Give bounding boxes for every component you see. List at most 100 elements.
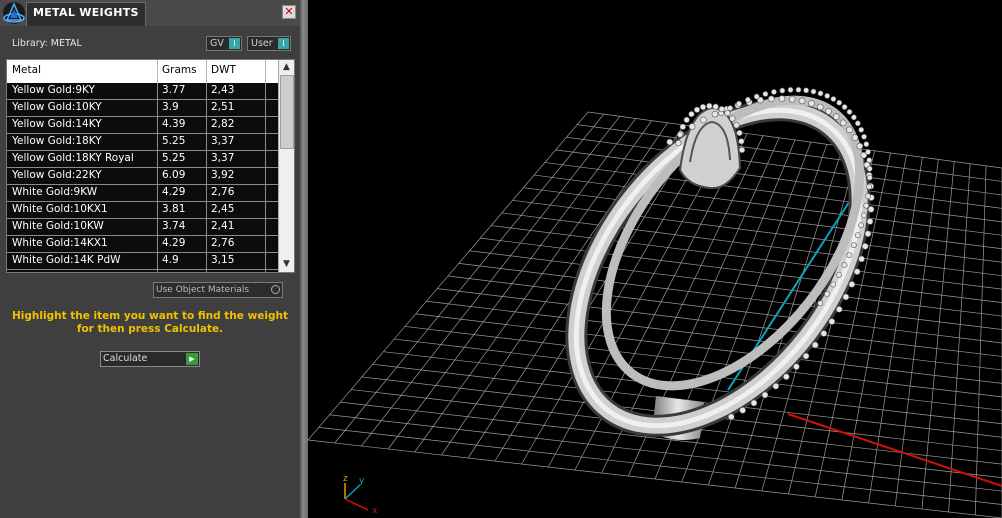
user-toggle[interactable]: User I: [247, 36, 291, 51]
close-icon[interactable]: ✕: [282, 5, 296, 19]
ring-bead: [817, 300, 824, 307]
header-dwt[interactable]: DWT: [211, 64, 236, 76]
ring-bead: [736, 100, 742, 107]
library-label: Library: METAL: [12, 38, 82, 49]
ring-bead: [861, 242, 869, 250]
panel-title-tab[interactable]: METAL WEIGHTS: [26, 2, 146, 26]
grams-cell: 3.81: [162, 203, 186, 215]
scroll-thumb[interactable]: [280, 75, 294, 149]
scroll-down-icon[interactable]: ▼: [279, 257, 294, 272]
table-row[interactable]: White Gold:10KW 3.74 2,41: [7, 219, 278, 236]
header-grams[interactable]: Grams: [162, 64, 197, 76]
grams-cell: 4.29: [162, 237, 186, 249]
ring-bead: [858, 222, 865, 229]
table-row[interactable]: Yellow Gold:14KY 4.39 2,82: [7, 117, 278, 134]
ring-bead: [761, 391, 769, 399]
header-metal[interactable]: Metal: [12, 64, 41, 76]
metal-cell: Yellow Gold:14KY: [12, 118, 102, 130]
toggle-switch-icon: I: [229, 38, 240, 49]
ring-bead: [864, 230, 872, 238]
use-object-materials-toggle[interactable]: Use Object Materials: [153, 282, 283, 298]
panel-splitter[interactable]: [300, 0, 308, 518]
calculate-button[interactable]: Calculate ▶: [100, 351, 200, 367]
ring-bead: [688, 123, 696, 130]
ring-bead: [853, 268, 861, 275]
table-row[interactable]: Yellow Gold:9KY 3.77 2,43: [7, 83, 278, 100]
ring-bead: [854, 232, 861, 239]
ring-bead: [744, 96, 751, 103]
ring-bead: [866, 174, 873, 181]
grid-line: [501, 212, 1002, 277]
ring-bead: [850, 242, 857, 249]
metal-cell: White Gold:10KW: [12, 220, 104, 232]
grams-cell: 3.77: [162, 84, 186, 96]
metal-cell: Yellow Gold:18KY: [12, 135, 102, 147]
ring-bead: [861, 212, 867, 219]
gizmo-x-label: x: [372, 506, 378, 516]
ring-bead: [839, 119, 847, 127]
grams-cell: 6.09: [162, 169, 186, 181]
ring-bead: [866, 218, 874, 225]
table-row[interactable]: White Gold:9KW 4.29 2,76: [7, 185, 278, 202]
ring-bead: [825, 108, 832, 115]
ring-bead: [727, 105, 734, 112]
ring-bead: [863, 202, 870, 209]
metal-cell: Yellow Gold:18KY Royal: [12, 152, 134, 164]
ring-bead: [729, 115, 736, 122]
ring-bead: [798, 97, 806, 105]
ring-bead: [675, 140, 682, 147]
table-row[interactable]: Yellow Gold:22KY 6.09 3,92: [7, 168, 278, 185]
dwt-cell: 3,92: [211, 169, 235, 181]
ring-bead: [700, 116, 707, 124]
viewport-canvas[interactable]: z y x: [308, 0, 1002, 518]
ring-bead: [842, 293, 850, 301]
dwt-cell: 2,43: [211, 84, 235, 96]
table-row[interactable]: White Gold:14K PdW 4.9 3,15: [7, 253, 278, 270]
gv-toggle-label: GV: [210, 38, 224, 49]
ring-bead: [724, 109, 731, 117]
ring-bead: [666, 138, 674, 146]
table-row[interactable]: Yellow Gold:10KY 3.9 2,51: [7, 100, 278, 117]
instructions-line-1: Highlight the item you want to find the …: [12, 310, 288, 322]
metal-cell: White Gold:14KX1: [12, 237, 108, 249]
table-row[interactable]: Yellow Gold:18KY Royal 5.25 3,37: [7, 151, 278, 168]
gv-toggle[interactable]: GV I: [206, 36, 242, 51]
radio-circle-icon: [271, 285, 280, 294]
grid-line: [491, 225, 1002, 290]
ring-bead: [817, 90, 824, 97]
table-row[interactable]: Yellow Gold:18KY 5.25 3,37: [7, 134, 278, 151]
ring-bead: [848, 281, 856, 288]
ring-bead: [841, 104, 848, 110]
ring-bead: [683, 116, 690, 123]
ring-model[interactable]: [519, 54, 917, 479]
dwt-cell: 2,45: [211, 203, 235, 215]
ring-bead: [753, 93, 760, 100]
dwt-cell: 2,41: [211, 220, 235, 232]
table-header: Metal Grams DWT: [7, 60, 278, 83]
ring-bead: [858, 126, 865, 133]
ring-bead: [861, 133, 867, 140]
ring-bead: [772, 382, 780, 390]
ring-bead: [810, 88, 817, 95]
dwt-cell: 2,76: [211, 237, 235, 249]
dwt-cell: 2,76: [211, 186, 235, 198]
grams-cell: 3.9: [162, 101, 179, 113]
3d-viewport[interactable]: z y x: [308, 0, 1002, 518]
ring-bead: [820, 330, 828, 337]
ring-bead: [841, 262, 848, 268]
metal-cell: Yellow Gold:10KY: [12, 101, 102, 113]
instructions-text: Highlight the item you want to find the …: [10, 310, 290, 336]
table-scrollbar[interactable]: ▲ ▼: [278, 60, 294, 272]
table-row[interactable]: White Gold:14KX1 4.29 2,76: [7, 236, 278, 253]
header-separator: [157, 60, 158, 83]
ring-bead: [779, 87, 786, 94]
ring-bead: [676, 131, 684, 138]
ring-bead: [711, 110, 719, 118]
ring-bead: [816, 103, 824, 111]
scroll-up-icon[interactable]: ▲: [279, 60, 294, 75]
dwt-cell: 3,37: [211, 135, 235, 147]
table-row[interactable]: White Gold:10KX1 3.81 2,45: [7, 202, 278, 219]
ring-bead: [846, 252, 853, 258]
toggle-switch-icon: I: [278, 38, 289, 49]
ring-bead: [771, 89, 777, 95]
